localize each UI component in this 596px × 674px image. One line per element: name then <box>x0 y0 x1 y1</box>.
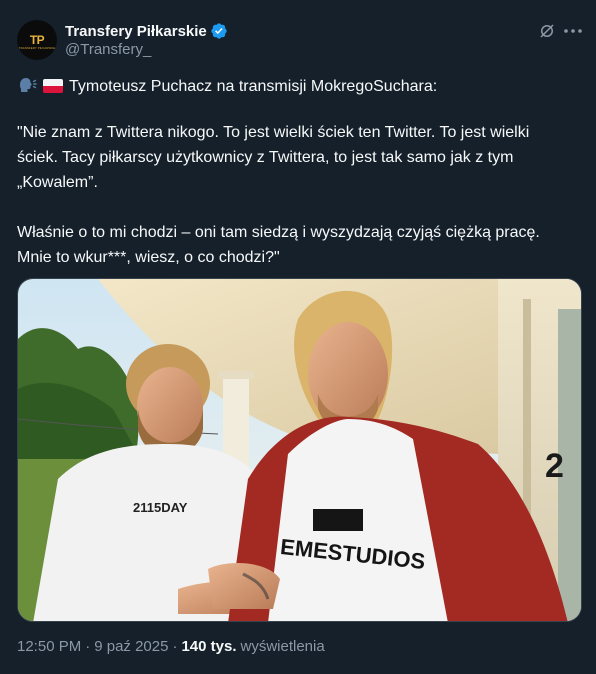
quote-line-2: ściek. Tacy piłkarscy użytkownicy z Twit… <box>17 149 514 166</box>
quote-line-1: "Nie znam z Twittera nikogo. To jest wie… <box>17 124 530 141</box>
tweet-headline-line: Tymoteusz Puchacz na transmisji MokregoS… <box>17 74 582 99</box>
views-count: 140 tys. <box>181 638 237 655</box>
speaking-head-emoji <box>20 78 37 92</box>
poland-flag-emoji <box>43 79 63 93</box>
more-dots-icon <box>564 29 582 33</box>
meta-separator: · <box>172 638 178 655</box>
avatar-logo-caption: TRANSFERY PIŁKARSKIE <box>18 46 56 50</box>
views-label: wyświetlenia <box>240 638 325 655</box>
shirt-logo <box>313 509 363 531</box>
quote-line-3: „Kowalem”. <box>17 174 98 191</box>
tweet-text: Tymoteusz Puchacz na transmisji MokregoS… <box>17 74 582 270</box>
author-handle[interactable]: @Transfery_ <box>65 41 151 58</box>
avatar-logo-mark: TP <box>29 33 45 47</box>
media-photo: 2 2115DAY EMESTUDIOS <box>18 279 581 621</box>
meta-separator: · <box>85 638 91 655</box>
tweet: TP TRANSFERY PIŁKARSKIE Transfery Piłkar… <box>0 0 596 674</box>
verified-badge-icon <box>211 23 227 39</box>
grok-icon[interactable] <box>538 22 556 40</box>
quote-line-5: Mnie to wkur***, wiesz, o co chodzi?" <box>17 249 280 266</box>
tweet-headline: Tymoteusz Puchacz na transmisji MokregoS… <box>69 78 438 95</box>
tweet-meta: 12:50 PM · 9 paź 2025 · 140 tys. wyświet… <box>17 638 325 655</box>
house-number: 2 <box>545 447 564 485</box>
tweet-media-image[interactable]: 2 2115DAY EMESTUDIOS <box>17 278 582 622</box>
author-name-row: Transfery Piłkarskie <box>65 21 228 41</box>
more-options-icon[interactable] <box>562 22 584 40</box>
pillar-cap <box>218 371 254 379</box>
quote-line-4: Właśnie o to mi chodzi – oni tam siedzą … <box>17 224 540 241</box>
author-avatar[interactable]: TP TRANSFERY PIŁKARSKIE <box>17 20 57 60</box>
left-shirt-text: 2115DAY <box>133 500 188 515</box>
tweet-time[interactable]: 12:50 PM <box>17 638 81 655</box>
author-name[interactable]: Transfery Piłkarskie <box>65 23 207 40</box>
tweet-date[interactable]: 9 paź 2025 <box>94 638 168 655</box>
